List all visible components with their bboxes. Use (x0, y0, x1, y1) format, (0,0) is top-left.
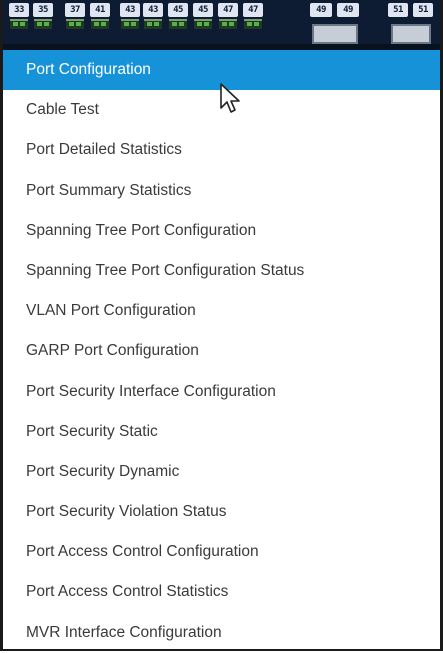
sfp-slot-icon[interactable] (391, 24, 431, 44)
switch-port[interactable]: 41 (90, 3, 110, 29)
port-number: 45 (193, 3, 213, 17)
menu-item-port-access-control-statistics[interactable]: Port Access Control Statistics (3, 572, 440, 612)
port-number: 49 (310, 3, 332, 17)
port-jack-icon (66, 19, 84, 29)
port-jack-icon (169, 19, 187, 29)
switch-port[interactable]: 43 (120, 3, 140, 29)
port-jack-icon (34, 19, 52, 29)
switch-port[interactable]: 45 (193, 3, 213, 29)
port-number: 51 (388, 3, 408, 17)
port-jack-icon (244, 19, 262, 29)
port-number: 51 (413, 3, 433, 17)
menu-item-garp-port-configuration[interactable]: GARP Port Configuration (3, 331, 440, 371)
menu-item-cable-test[interactable]: Cable Test (3, 90, 440, 130)
port-number: 43 (143, 3, 163, 17)
switch-port[interactable]: 45 (168, 3, 188, 29)
port-jack-icon (219, 19, 237, 29)
port-number: 47 (218, 3, 238, 17)
switch-port[interactable]: 35 (33, 3, 53, 29)
port-number: 37 (65, 3, 85, 17)
port-number: 45 (168, 3, 188, 17)
menu-item-port-access-control-configuration[interactable]: Port Access Control Configuration (3, 532, 440, 572)
switch-port[interactable]: 47 (243, 3, 263, 29)
port-jack-icon (194, 19, 212, 29)
switch-front-panel: 33 35 37 41 43 43 45 45 47 47 49 49 51 5… (3, 0, 440, 50)
port-jack-icon (121, 19, 139, 29)
menu-item-mvr-interface-configuration[interactable]: MVR Interface Configuration (3, 613, 440, 653)
port-number: 33 (9, 3, 29, 17)
menu-item-port-configuration[interactable]: Port Configuration (3, 50, 440, 91)
switch-port[interactable]: 47 (218, 3, 238, 29)
port-number: 35 (33, 3, 53, 17)
menu-item-port-security-static[interactable]: Port Security Static (3, 412, 440, 452)
switch-port[interactable]: 43 (143, 3, 163, 29)
port-jack-icon (144, 19, 162, 29)
menu-item-port-security-violation-status[interactable]: Port Security Violation Status (3, 492, 440, 532)
menu-item-port-summary-statistics[interactable]: Port Summary Statistics (3, 171, 440, 211)
menu-item-port-security-interface-configuration[interactable]: Port Security Interface Configuration (3, 372, 440, 412)
menu-item-spanning-tree-port-configuration-status[interactable]: Spanning Tree Port Configuration Status (3, 251, 440, 291)
port-menu-list: Port Configuration Cable Test Port Detai… (3, 50, 440, 653)
sfp-slot-icon[interactable] (312, 24, 358, 44)
port-number: 43 (120, 3, 140, 17)
switch-port[interactable]: 37 (65, 3, 85, 29)
port-menu-window: 33 35 37 41 43 43 45 45 47 47 49 49 51 5… (0, 0, 443, 651)
switch-port[interactable]: 33 (9, 3, 29, 29)
port-number: 41 (90, 3, 110, 17)
menu-item-port-detailed-statistics[interactable]: Port Detailed Statistics (3, 130, 440, 170)
port-number: 47 (243, 3, 263, 17)
menu-item-port-security-dynamic[interactable]: Port Security Dynamic (3, 452, 440, 492)
menu-item-vlan-port-configuration[interactable]: VLAN Port Configuration (3, 291, 440, 331)
port-number: 49 (337, 3, 359, 17)
port-jack-icon (91, 19, 109, 29)
port-jack-icon (10, 19, 28, 29)
menu-item-spanning-tree-port-configuration[interactable]: Spanning Tree Port Configuration (3, 211, 440, 251)
